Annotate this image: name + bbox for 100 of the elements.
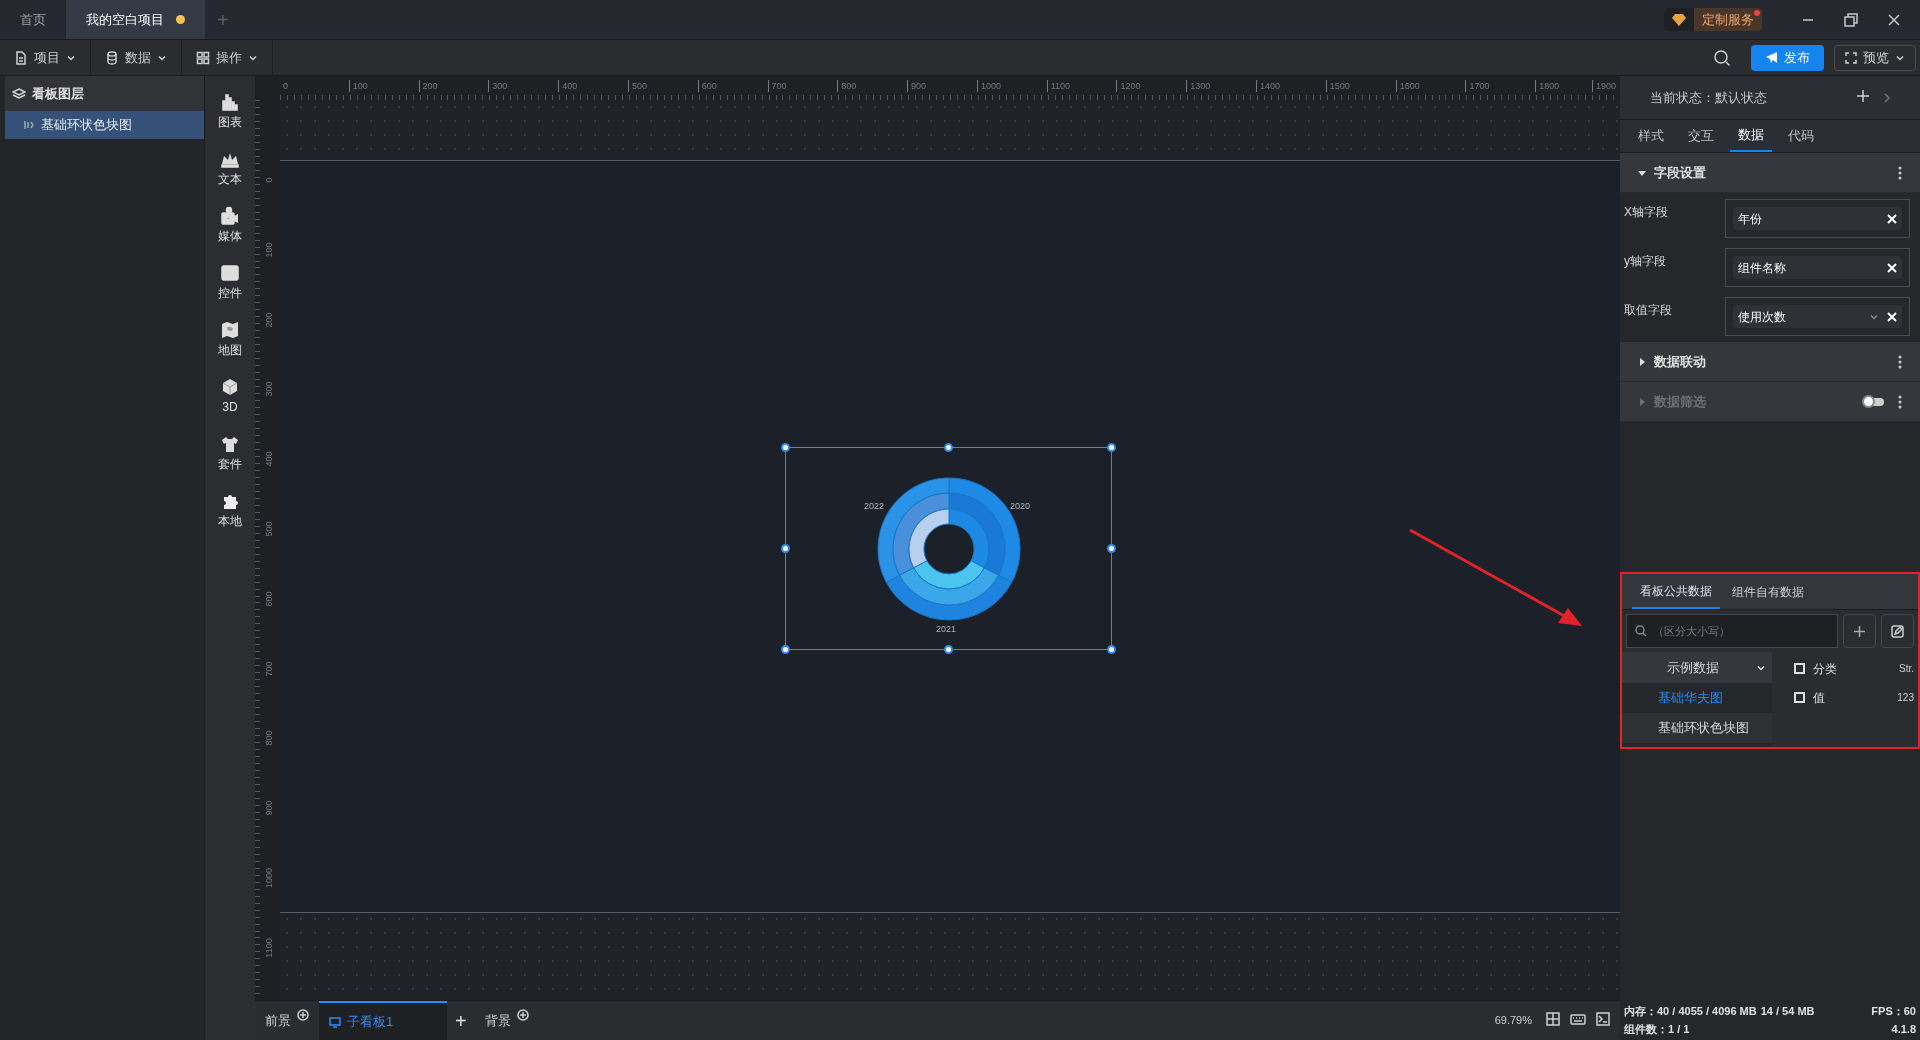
map-icon — [220, 320, 240, 340]
ruler-label: 800 — [837, 80, 857, 92]
component-icon — [23, 119, 35, 131]
ruler-label: 300 — [263, 380, 275, 399]
section-header[interactable]: 数据联动 — [1620, 342, 1920, 382]
dataset-group[interactable]: 示例数据 — [1622, 652, 1772, 683]
component-tool[interactable]: 媒体 — [218, 206, 242, 245]
gpu-memory-status: 14 / 54 MB — [1760, 1004, 1816, 1019]
panel-tab[interactable]: 代码 — [1780, 120, 1822, 152]
chevron-right-icon — [1884, 92, 1890, 103]
search-box[interactable]: （区分大小写） — [1626, 614, 1838, 648]
keyboard-icon — [1570, 1011, 1586, 1026]
grid-icon — [196, 50, 210, 65]
ruler-label: 900 — [263, 799, 275, 818]
data-tab[interactable]: 看板公共数据 — [1632, 574, 1720, 609]
layer-item[interactable]: 基础环状色块图 — [5, 111, 204, 139]
control-icon — [220, 263, 240, 283]
section-header[interactable]: 字段设置 — [1620, 153, 1920, 193]
resize-handle[interactable] — [781, 645, 790, 654]
window-tab[interactable]: 我的空白项目 — [66, 0, 205, 39]
ruler-label: 1100 — [1046, 80, 1071, 92]
component-tool[interactable]: 图表 — [218, 92, 242, 131]
ruler-label: 200 — [263, 311, 275, 330]
menu-button[interactable]: 操作 — [182, 40, 273, 75]
field-select[interactable]: 组件名称 — [1733, 256, 1902, 279]
more-icon — [1898, 394, 1902, 409]
more-icon — [1898, 165, 1902, 180]
resize-handle[interactable] — [1107, 544, 1116, 553]
ruler-label: 300 — [488, 80, 508, 92]
component-tool[interactable]: 文本 — [218, 149, 242, 188]
ruler-label: 1000 — [263, 866, 275, 890]
close-icon — [1888, 13, 1900, 26]
field-select[interactable]: 使用次数 — [1733, 305, 1902, 328]
board-tab[interactable]: 子看板1 — [319, 1001, 447, 1040]
version-label: 4.1.8 — [1891, 1021, 1916, 1037]
restore-icon — [1844, 12, 1858, 27]
resize-handle[interactable] — [1107, 443, 1116, 452]
ruler-label: 0 — [280, 80, 288, 92]
menu-button[interactable]: 项目 — [0, 40, 91, 75]
field-label: 取值字段 — [1623, 302, 1673, 319]
monitor-icon — [329, 1015, 341, 1028]
component-tool[interactable]: 本地 — [218, 491, 242, 530]
chart-label: 2021 — [936, 623, 957, 636]
clear-icon — [1887, 262, 1897, 273]
window-tab[interactable]: 首页 — [0, 0, 66, 39]
clear-icon — [1887, 311, 1897, 322]
board-tab[interactable]: 背景 — [474, 1001, 539, 1040]
preview-button[interactable]: 预览 — [1834, 44, 1916, 71]
field-label: X轴字段 — [1623, 204, 1669, 221]
resize-handle[interactable] — [1107, 645, 1116, 654]
custom-service-button[interactable]: 定制服务 — [1664, 8, 1762, 31]
ruler-label: 1700 — [1465, 80, 1490, 92]
search-icon — [1713, 48, 1731, 67]
resize-handle[interactable] — [781, 443, 790, 452]
menu-button[interactable]: 数据 — [91, 40, 182, 75]
ruler-label: 400 — [558, 80, 578, 92]
resize-handle[interactable] — [944, 645, 953, 654]
dataset-item[interactable]: 基础环状色块图 — [1622, 713, 1772, 743]
ruler-label: 600 — [263, 590, 275, 609]
add-circle-icon — [516, 1009, 529, 1021]
ruler-label: 700 — [263, 660, 275, 679]
fps-status: FPS：60 — [1871, 1004, 1916, 1019]
ruler-label: 100 — [348, 80, 368, 92]
resize-handle[interactable] — [781, 544, 790, 553]
resize-handle[interactable] — [944, 443, 953, 452]
board-tab[interactable]: 前景 — [255, 1001, 319, 1040]
terminal-icon — [1596, 1011, 1610, 1026]
checkbox[interactable] — [1794, 663, 1805, 674]
component-tool[interactable]: 控件 — [218, 263, 242, 302]
send-icon — [1765, 51, 1778, 64]
panel-tab[interactable]: 交互 — [1680, 120, 1722, 152]
component-tool[interactable]: 套件 — [218, 434, 242, 473]
edit-icon — [1891, 624, 1904, 638]
field-select[interactable]: 年份 — [1733, 207, 1902, 230]
component-tool[interactable]: 3D — [220, 377, 240, 416]
add-board-button[interactable]: + — [447, 1001, 475, 1040]
ruler-label: 1500 — [1325, 80, 1350, 92]
search-field[interactable]: （区分大小写） — [1653, 622, 1829, 640]
checkbox[interactable] — [1794, 692, 1805, 703]
caret-down-icon — [1638, 168, 1646, 177]
database-icon — [105, 50, 119, 65]
publish-button[interactable]: 发布 — [1751, 44, 1824, 71]
edit-button[interactable] — [1881, 614, 1914, 648]
column-type: Str. — [1899, 662, 1914, 676]
ruler-label: 500 — [627, 80, 647, 92]
more-icon — [1898, 354, 1902, 369]
column-type: 123 — [1897, 691, 1914, 705]
file-icon — [14, 50, 28, 65]
media-icon — [220, 206, 240, 226]
component-count: 组件数：1 / 1 — [1624, 1021, 1690, 1037]
zoom-level: 69.79% — [1494, 1013, 1532, 1029]
data-tab[interactable]: 组件自有数据 — [1724, 574, 1812, 609]
clear-icon — [1887, 213, 1897, 224]
caret-right-icon — [1638, 357, 1646, 366]
chart-icon — [220, 92, 240, 112]
custom-service-label: 定制服务 — [1694, 8, 1762, 31]
component-tool[interactable]: 地图 — [218, 320, 242, 359]
ruler-label: 800 — [263, 729, 275, 748]
panel-tab[interactable]: 样式 — [1630, 120, 1672, 152]
layers-icon — [12, 86, 26, 101]
